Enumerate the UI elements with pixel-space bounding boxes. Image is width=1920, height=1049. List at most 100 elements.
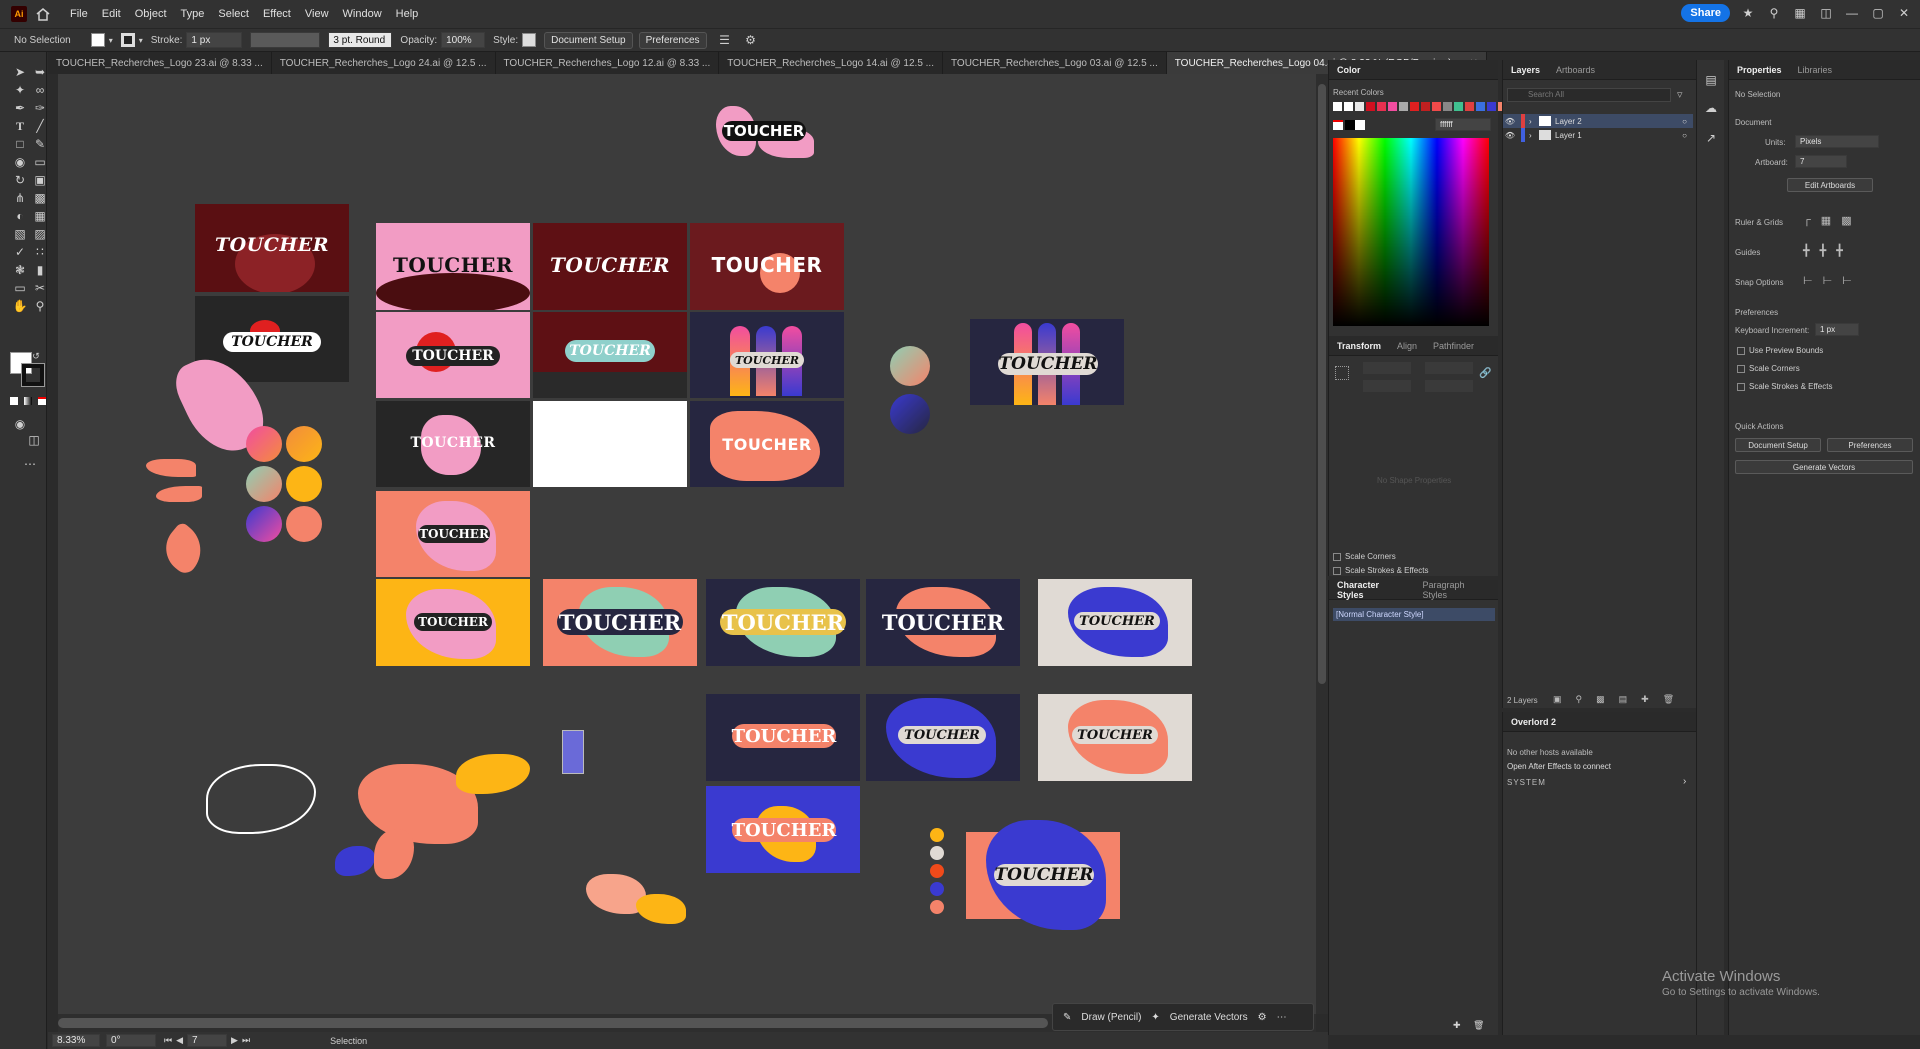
scale-corners-checkbox[interactable]: Scale Corners bbox=[1737, 364, 1800, 373]
reference-point-icon[interactable] bbox=[1335, 366, 1349, 380]
swatch[interactable] bbox=[1443, 102, 1452, 111]
chevron-right-icon[interactable]: › bbox=[1683, 776, 1686, 787]
clipping-mask-icon[interactable]: ▩ bbox=[1596, 694, 1605, 705]
yellow-figure[interactable] bbox=[636, 894, 686, 924]
fill-dropdown-icon[interactable]: ▾ bbox=[109, 36, 113, 45]
show-guides-icon[interactable]: ╋ bbox=[1803, 244, 1810, 257]
artboard-dark-pink[interactable]: TOUCHER bbox=[376, 401, 530, 487]
gradient-dot[interactable] bbox=[246, 426, 282, 462]
tab-logo-12[interactable]: TOUCHER_Recherches_Logo 12.ai @ 8.33 ... bbox=[496, 52, 720, 74]
edit-artboards-button[interactable]: Edit Artboards bbox=[1787, 178, 1873, 192]
gradient-tool-icon[interactable]: ▨ bbox=[32, 226, 48, 242]
swatch[interactable] bbox=[1344, 102, 1353, 111]
overlord-system[interactable]: SYSTEM bbox=[1507, 778, 1546, 787]
rotation-field[interactable]: 0° bbox=[106, 1034, 156, 1047]
canvas[interactable]: TOUCHER TOUCHER TOUCHER TOUCHER TOUCHER … bbox=[58, 74, 1316, 1014]
hex-field[interactable]: ffffff bbox=[1435, 118, 1491, 131]
gradient-dot[interactable] bbox=[246, 506, 282, 542]
new-style-icon[interactable]: ✚ bbox=[1453, 1020, 1461, 1031]
stroke-dropdown-icon[interactable]: ▾ bbox=[139, 36, 143, 45]
direct-selection-tool-icon[interactable]: ➥ bbox=[32, 64, 48, 80]
artboard-pink-1[interactable]: TOUCHER bbox=[376, 223, 530, 310]
small-artboard[interactable] bbox=[562, 730, 584, 774]
free-transform-tool-icon[interactable]: ▩ bbox=[32, 190, 48, 206]
x-field[interactable] bbox=[1363, 362, 1411, 374]
zoom-tool-icon[interactable]: ⚲ bbox=[32, 298, 48, 314]
width-tool-icon[interactable]: ⋔ bbox=[12, 190, 28, 206]
scale-strokes-checkbox[interactable]: Scale Strokes & Effects bbox=[1737, 382, 1832, 391]
arrange-documents-icon[interactable]: ▦ bbox=[1792, 6, 1808, 20]
artboard-coral-blue[interactable]: TOUCHER bbox=[966, 820, 1120, 930]
document-setup-button[interactable]: Document Setup bbox=[1735, 438, 1821, 452]
artboard-blue[interactable]: TOUCHER bbox=[706, 786, 860, 873]
scale-corners-checkbox[interactable]: Scale Corners bbox=[1333, 552, 1396, 561]
pen-tool-icon[interactable]: ✒ bbox=[12, 100, 28, 116]
opacity-field[interactable]: 100% bbox=[441, 32, 486, 48]
keyboard-increment-field[interactable]: 1 px bbox=[1815, 323, 1859, 336]
white-swatch[interactable] bbox=[1355, 120, 1365, 130]
color-mode-icon[interactable] bbox=[10, 397, 18, 405]
draw-mode-icon[interactable]: ◉ bbox=[12, 416, 28, 432]
blue-leaf[interactable] bbox=[335, 846, 375, 876]
selection-tool-icon[interactable]: ➤ bbox=[12, 64, 28, 80]
menu-file[interactable]: File bbox=[63, 8, 95, 20]
menu-select[interactable]: Select bbox=[211, 8, 256, 20]
none-mode-icon[interactable] bbox=[38, 397, 46, 405]
gradient-dot[interactable] bbox=[286, 426, 322, 462]
coral-shape[interactable] bbox=[374, 829, 414, 879]
artboard-red-3[interactable]: TOUCHER bbox=[690, 223, 844, 310]
swatch[interactable] bbox=[1432, 102, 1441, 111]
blend-tool-icon[interactable]: ∷ bbox=[32, 244, 48, 260]
more-icon[interactable]: ⋯ bbox=[1277, 1012, 1287, 1023]
swatch[interactable] bbox=[1454, 102, 1463, 111]
generate-vectors-button[interactable]: Generate Vectors bbox=[1170, 1012, 1248, 1023]
gradient-dot[interactable] bbox=[890, 346, 930, 386]
layer-name[interactable]: Layer 1 bbox=[1555, 131, 1582, 140]
search-icon[interactable]: ⚲ bbox=[1766, 6, 1782, 20]
expand-icon[interactable]: › bbox=[1529, 117, 1539, 126]
new-layer-icon[interactable]: ✚ bbox=[1641, 694, 1649, 705]
symbol-sprayer-tool-icon[interactable]: ❃ bbox=[12, 262, 28, 278]
transform-tab[interactable]: Transform bbox=[1329, 341, 1389, 351]
tab-logo-23[interactable]: TOUCHER_Recherches_Logo 23.ai @ 8.33 ... bbox=[48, 52, 272, 74]
locate-object-icon[interactable]: ⚲ bbox=[1576, 694, 1583, 705]
ruler-icon[interactable]: ┌ bbox=[1803, 214, 1811, 227]
yellow-dot[interactable] bbox=[286, 466, 322, 502]
coral-leaf[interactable] bbox=[146, 459, 196, 477]
swatch[interactable] bbox=[1399, 102, 1408, 111]
menu-edit[interactable]: Edit bbox=[95, 8, 128, 20]
properties-panel-icon[interactable]: ▤ bbox=[1703, 72, 1719, 88]
shaper-tool-icon[interactable]: ◉ bbox=[12, 154, 28, 170]
artboard-pink-2[interactable]: TOUCHER bbox=[376, 312, 530, 398]
artboard-gradient-bars[interactable]: TOUCHER bbox=[690, 312, 844, 398]
white-outline-leaf[interactable] bbox=[206, 764, 316, 834]
gradient-dot[interactable] bbox=[890, 394, 930, 434]
shape-builder-tool-icon[interactable]: ◐ bbox=[12, 208, 28, 224]
visibility-icon[interactable]: 👁 bbox=[1503, 117, 1517, 126]
stroke-weight-field[interactable]: 1 px bbox=[186, 32, 243, 48]
edit-toolbar-icon[interactable]: ⋯ bbox=[22, 456, 38, 472]
swap-colors-icon[interactable]: ↺ bbox=[28, 348, 44, 364]
layers-tab[interactable]: Layers bbox=[1503, 65, 1548, 75]
align-tab[interactable]: Align bbox=[1389, 341, 1425, 351]
layer-row[interactable]: 👁 › Layer 1 ○ bbox=[1503, 128, 1693, 142]
recolor-icon[interactable]: ⚙ bbox=[743, 33, 759, 47]
artboard-empty[interactable] bbox=[533, 401, 687, 487]
palette-dot[interactable] bbox=[930, 846, 944, 860]
curvature-tool-icon[interactable]: ✑ bbox=[32, 100, 48, 116]
filter-icon[interactable]: ▿ bbox=[1677, 88, 1683, 101]
artboard-navy-blue[interactable]: TOUCHER bbox=[866, 694, 1020, 781]
zoom-field[interactable]: 8.33% bbox=[52, 1034, 100, 1047]
stroke-swatch[interactable] bbox=[120, 33, 135, 47]
none-swatch-icon[interactable] bbox=[1333, 120, 1343, 130]
last-artboard-icon[interactable]: ⏭ bbox=[242, 1035, 250, 1046]
visibility-icon[interactable]: 👁 bbox=[1503, 131, 1517, 140]
vertical-scrollbar[interactable] bbox=[1316, 74, 1328, 1014]
libraries-panel-icon[interactable]: ☁ bbox=[1703, 100, 1719, 116]
minimize-icon[interactable]: — bbox=[1844, 6, 1860, 20]
grid-icon[interactable]: ▦ bbox=[1821, 214, 1831, 227]
column-graph-tool-icon[interactable]: ▮ bbox=[32, 262, 48, 278]
line-tool-icon[interactable]: ╱ bbox=[32, 118, 48, 134]
stroke-color-box[interactable] bbox=[21, 363, 45, 387]
fill-swatch[interactable] bbox=[90, 33, 105, 47]
